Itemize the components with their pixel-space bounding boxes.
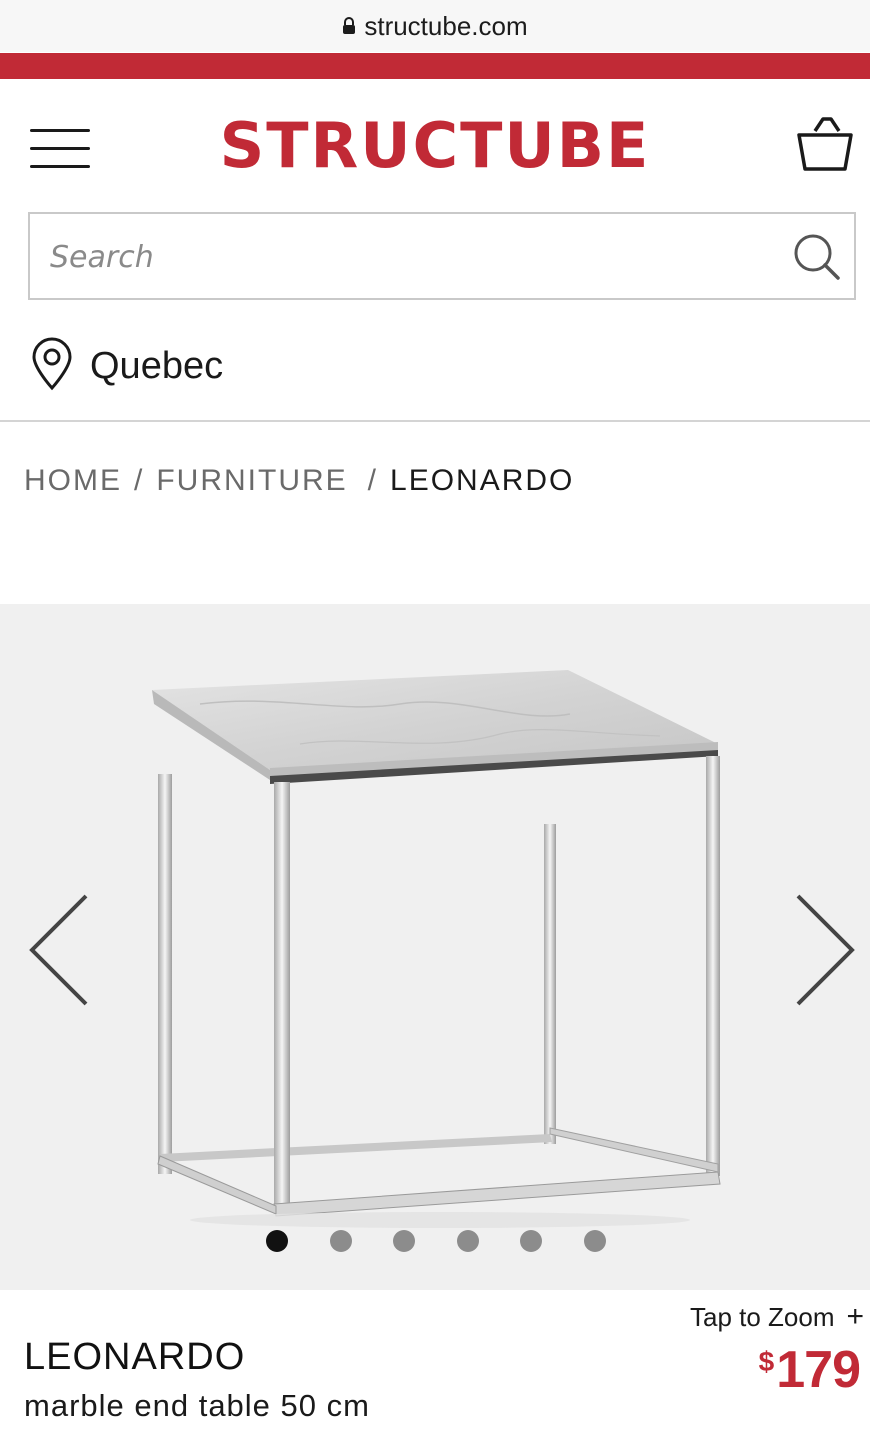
location-pin-icon bbox=[30, 337, 74, 396]
search-input[interactable] bbox=[48, 224, 772, 290]
price-amount: 179 bbox=[776, 1341, 861, 1399]
chevron-left-icon[interactable] bbox=[22, 890, 92, 1010]
carousel-dot[interactable] bbox=[584, 1230, 606, 1252]
zoom-label: Tap to Zoom bbox=[690, 1302, 835, 1332]
breadcrumb-separator: / bbox=[134, 464, 145, 497]
search-box bbox=[28, 212, 856, 300]
breadcrumb: HOME / FURNITURE / LEONARDO bbox=[24, 464, 574, 498]
url-text: structube.com bbox=[364, 10, 528, 41]
tap-to-zoom-button[interactable]: Tap to Zoom + bbox=[690, 1300, 864, 1334]
carousel-dots bbox=[0, 1230, 870, 1254]
carousel-dot[interactable] bbox=[266, 1230, 288, 1252]
plus-icon: + bbox=[846, 1300, 865, 1333]
breadcrumb-home[interactable]: HOME bbox=[24, 464, 122, 498]
site-header: STRUCTUBE bbox=[0, 79, 870, 209]
search-icon[interactable] bbox=[792, 232, 842, 282]
location-label: Quebec bbox=[90, 344, 224, 387]
product-price: $179 bbox=[758, 1340, 861, 1400]
shopping-bag-icon[interactable] bbox=[793, 115, 857, 175]
product-name: LEONARDO bbox=[24, 1336, 246, 1378]
store-location[interactable]: Quebec bbox=[30, 336, 223, 396]
product-description: marble end table 50 cm bbox=[24, 1388, 370, 1423]
carousel-dot[interactable] bbox=[330, 1230, 352, 1252]
chevron-right-icon[interactable] bbox=[792, 890, 862, 1010]
breadcrumb-separator: / bbox=[367, 464, 379, 497]
promo-bar bbox=[0, 53, 870, 79]
product-gallery[interactable] bbox=[0, 604, 870, 1290]
carousel-dot[interactable] bbox=[520, 1230, 542, 1252]
url-bar[interactable]: structube.com bbox=[0, 0, 870, 52]
price-currency: $ bbox=[758, 1346, 775, 1377]
header-divider bbox=[0, 420, 870, 422]
carousel-dot[interactable] bbox=[457, 1230, 479, 1252]
carousel-dot[interactable] bbox=[393, 1230, 415, 1252]
site-logo[interactable]: STRUCTUBE bbox=[0, 109, 870, 182]
lock-icon bbox=[342, 11, 356, 42]
breadcrumb-current: LEONARDO bbox=[390, 464, 575, 497]
breadcrumb-furniture[interactable]: FURNITURE bbox=[156, 464, 347, 498]
product-image bbox=[152, 670, 721, 1228]
